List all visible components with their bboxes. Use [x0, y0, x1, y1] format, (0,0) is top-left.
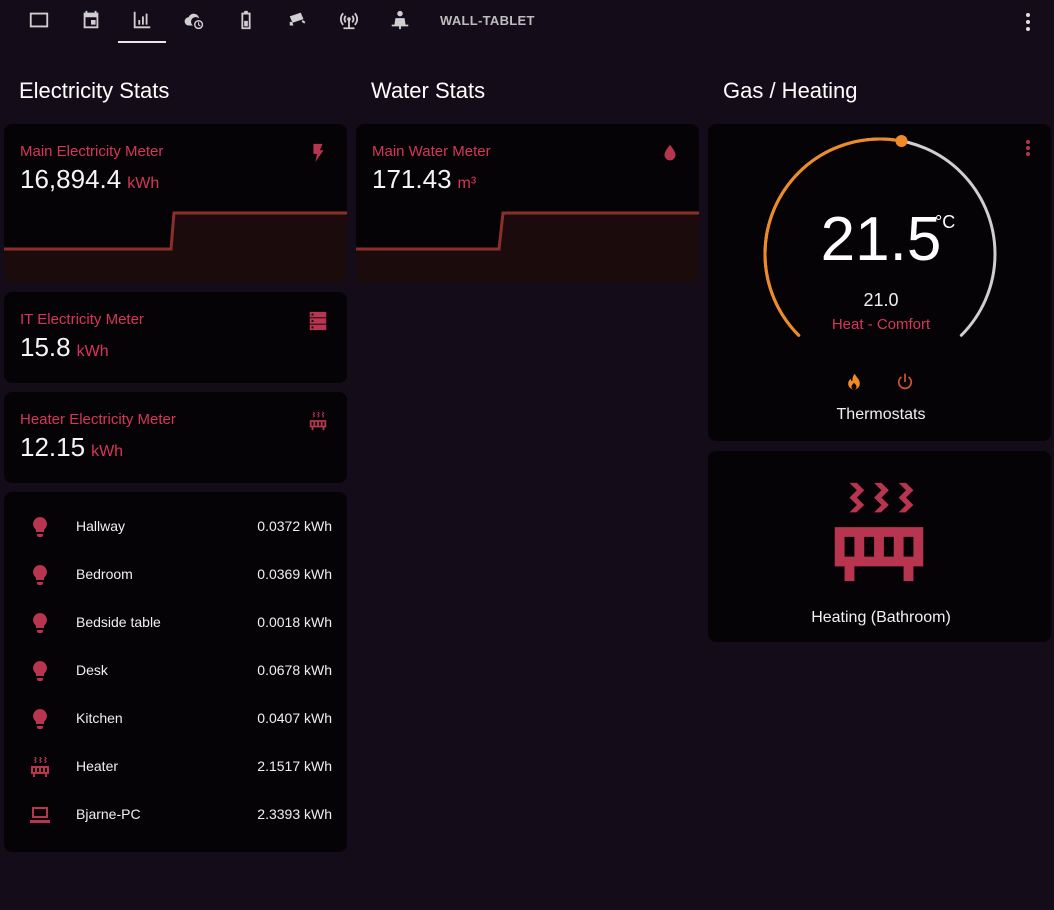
cloud-clock-icon: [183, 9, 205, 36]
sensor-name: Heater Electricity Meter: [20, 411, 176, 428]
main-electricity-meter-card[interactable]: Main Electricity Meter 16,894.4 kWh: [4, 124, 347, 283]
tab-calendar[interactable]: [67, 0, 115, 44]
entity-name: Bedside table: [76, 614, 161, 630]
entity-value: 2.1517 kWh: [257, 758, 332, 774]
tab-wall-tablet[interactable]: WALL-TABLET: [440, 13, 535, 28]
entity-row-heater[interactable]: Heater 2.1517 kWh: [4, 743, 347, 791]
tablet-icon: [28, 9, 50, 36]
water-drop-icon: [659, 142, 681, 164]
water-stats-title: Water Stats: [371, 78, 486, 103]
dial-knob[interactable]: [895, 135, 908, 147]
hvac-mode: Heat - Comfort: [831, 316, 931, 333]
radiator-icon: [307, 410, 329, 432]
sensor-name: Main Electricity Meter: [20, 143, 164, 160]
sensor-unit: kWh: [91, 443, 124, 460]
lightbulb-icon: [28, 515, 52, 539]
lightbulb-icon: [28, 707, 52, 731]
thermostat-name: Thermostats: [836, 406, 926, 423]
dots-vertical-icon[interactable]: [1024, 11, 1032, 33]
sensor-state: 16,894.4: [20, 164, 122, 194]
person-desk-icon: [389, 9, 411, 36]
current-temperature: 21.5: [820, 205, 942, 274]
thermostat-card[interactable]: 21.5 °C 21.0 Heat - Comfort Thermostats: [708, 124, 1051, 441]
tab-tablet[interactable]: [15, 0, 63, 44]
fire-icon: [848, 373, 860, 390]
sensor-name: IT Electricity Meter: [20, 311, 144, 328]
sensor-name: Main Water Meter: [372, 143, 491, 160]
sensor-value: 15.8 kWh: [20, 332, 109, 363]
tab-battery[interactable]: [222, 0, 270, 44]
sensor-unit: kWh: [127, 175, 160, 192]
sensor-state: 171.43: [372, 164, 452, 194]
entity-value: 0.0678 kWh: [257, 662, 332, 678]
main-water-meter-card[interactable]: Main Water Meter 171.43 m³: [356, 124, 699, 283]
water-history-graph: [356, 211, 699, 283]
entity-value: 0.0407 kWh: [257, 710, 332, 726]
heating-name: Heating (Bathroom): [811, 609, 951, 626]
entity-value: 0.0369 kWh: [257, 566, 332, 582]
electricity-stats-title: Electricity Stats: [19, 78, 170, 103]
entity-value: 0.0372 kWh: [257, 518, 332, 534]
entity-row-desk[interactable]: Desk 0.0678 kWh: [4, 647, 347, 695]
battery-icon: [235, 9, 257, 36]
sensor-value: 171.43 m³: [372, 164, 476, 195]
top-app-bar: WALL-TABLET: [0, 0, 1054, 44]
heating-bathroom-card[interactable]: Heating (Bathroom): [708, 451, 1051, 642]
gas-heating-title: Gas / Heating: [723, 78, 858, 103]
sensor-value: 16,894.4 kWh: [20, 164, 159, 195]
entity-name: Hallway: [76, 518, 126, 534]
tab-network[interactable]: [325, 0, 373, 44]
chart-icon: [131, 9, 153, 36]
entity-row-hallway[interactable]: Hallway 0.0372 kWh: [4, 503, 347, 551]
entity-row-bedroom[interactable]: Bedroom 0.0369 kWh: [4, 551, 347, 599]
flash-icon: [307, 142, 329, 164]
laptop-icon: [28, 803, 52, 827]
entity-row-bedside-table[interactable]: Bedside table 0.0018 kWh: [4, 599, 347, 647]
sensor-value: 12.15 kWh: [20, 432, 123, 463]
entity-name: Kitchen: [76, 710, 123, 726]
tab-workspace[interactable]: [376, 0, 424, 44]
tab-weather[interactable]: [170, 0, 218, 44]
server-icon: [307, 310, 329, 332]
it-electricity-meter-card[interactable]: IT Electricity Meter 15.8 kWh: [4, 292, 347, 383]
radiator-icon: [28, 755, 52, 779]
entity-value: 0.0018 kWh: [257, 614, 332, 630]
lightbulb-icon: [28, 563, 52, 587]
heater-electricity-meter-card[interactable]: Heater Electricity Meter 12.15 kWh: [4, 392, 347, 483]
lightbulb-icon: [28, 659, 52, 683]
target-temperature: 21.0: [863, 290, 899, 310]
entity-row-kitchen[interactable]: Kitchen 0.0407 kWh: [4, 695, 347, 743]
sensor-state: 12.15: [20, 432, 86, 462]
lightbulb-icon: [28, 611, 52, 635]
electricity-history-graph: [4, 211, 347, 283]
calendar-icon: [80, 9, 102, 36]
sensor-unit: kWh: [76, 343, 109, 360]
entity-name: Desk: [76, 662, 108, 678]
power-icon: [897, 373, 913, 390]
access-point-icon: [338, 9, 360, 36]
radiator-icon: [834, 482, 924, 582]
heat-mode-button[interactable]: [844, 372, 864, 394]
temperature-unit: °C: [935, 212, 956, 232]
entity-name: Bedroom: [76, 566, 133, 582]
sensor-unit: m³: [457, 175, 477, 192]
entity-value: 2.3393 kWh: [257, 806, 332, 822]
power-button[interactable]: [895, 372, 915, 394]
entity-name: Bjarne-PC: [76, 806, 141, 822]
tab-statistics[interactable]: [118, 0, 166, 44]
entity-name: Heater: [76, 758, 119, 774]
tab-cameras[interactable]: [274, 0, 322, 44]
entity-row-bjarne-pc[interactable]: Bjarne-PC 2.3393 kWh: [4, 791, 347, 839]
energy-entities-card: Hallway 0.0372 kWh Bedroom 0.0369 kWh Be…: [4, 492, 347, 852]
sensor-state: 15.8: [20, 332, 71, 362]
cctv-icon: [287, 9, 309, 36]
